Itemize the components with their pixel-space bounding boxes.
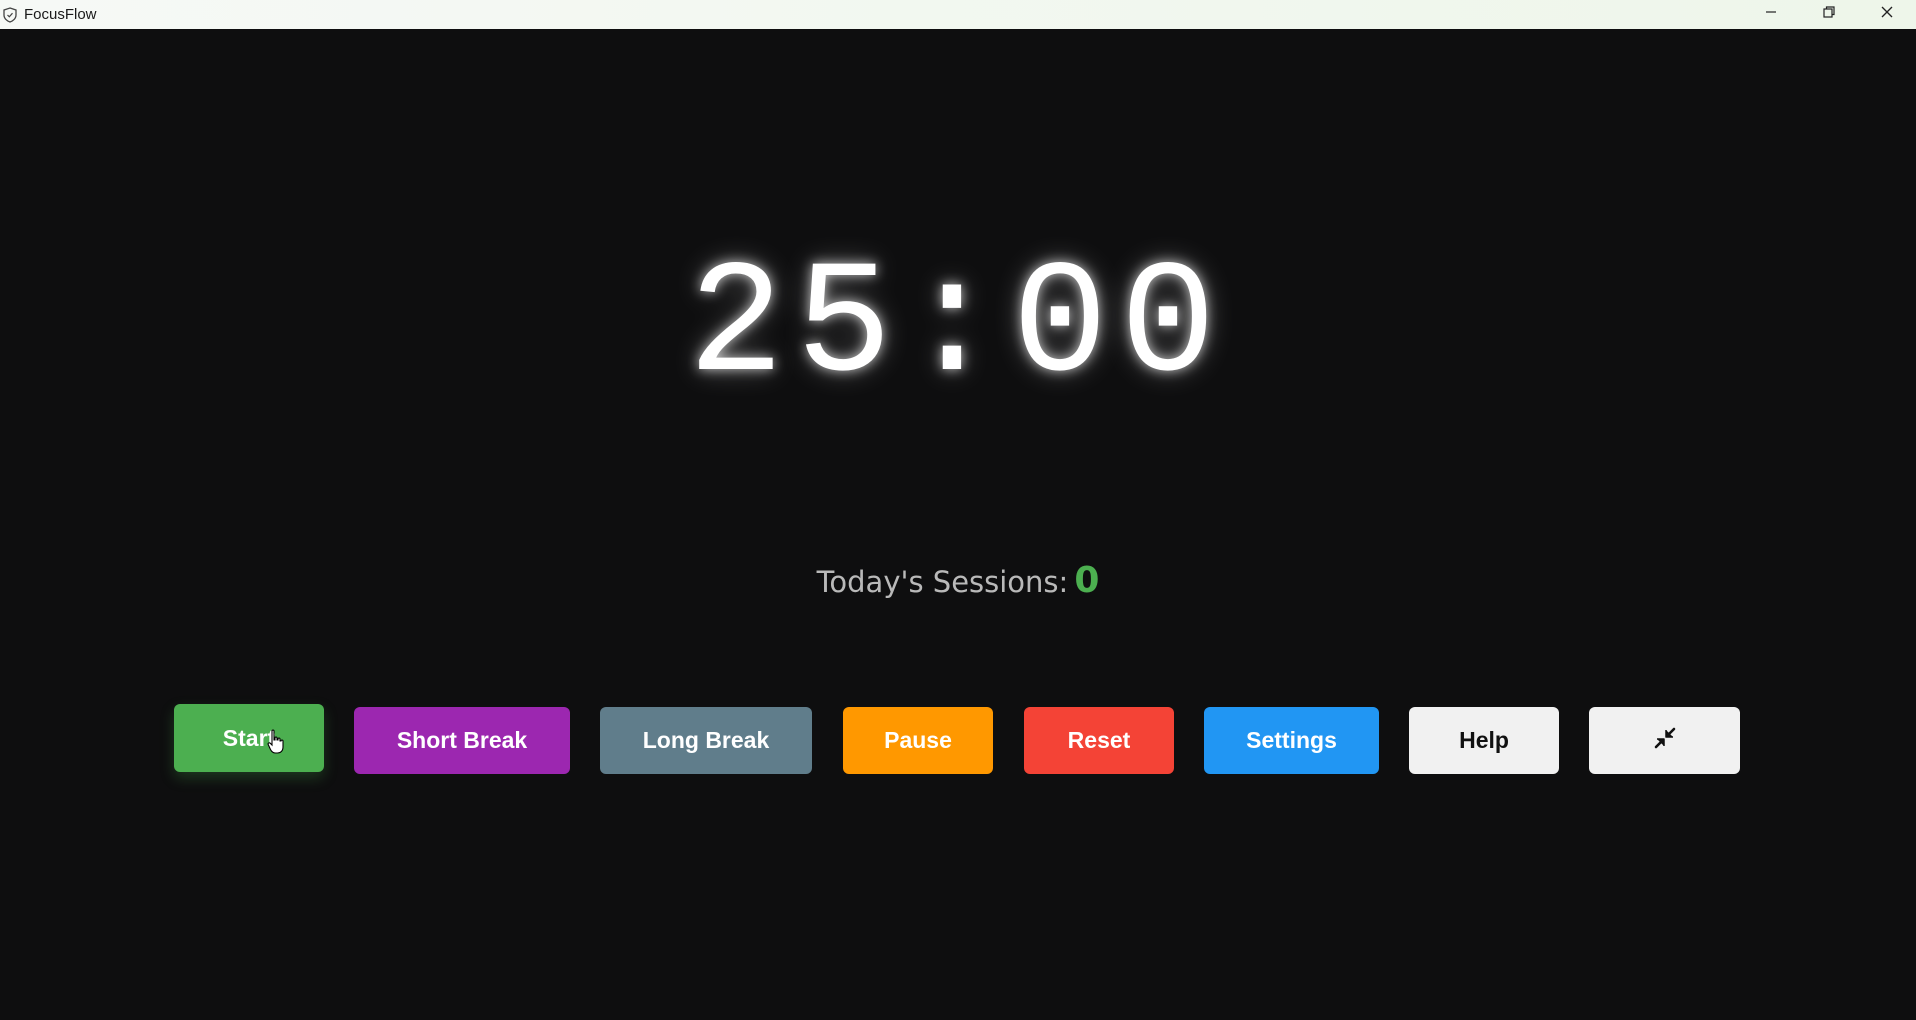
minimize-button[interactable] — [1742, 0, 1800, 29]
short-break-button[interactable]: Short Break — [354, 707, 570, 774]
restore-button[interactable] — [1800, 0, 1858, 29]
close-button[interactable] — [1858, 0, 1916, 29]
reset-button[interactable]: Reset — [1024, 707, 1174, 774]
sessions-label: Today's Sessions: — [816, 565, 1069, 599]
help-button[interactable]: Help — [1409, 707, 1559, 774]
compact-mode-button[interactable] — [1589, 707, 1740, 774]
main-content — [0, 29, 1916, 1020]
shield-icon — [2, 6, 18, 23]
close-icon — [1880, 5, 1894, 24]
sessions-counter: Today's Sessions: 0 — [0, 560, 1916, 601]
timer-display: 25:00 — [687, 237, 1229, 418]
start-button[interactable]: Start — [174, 704, 324, 772]
title-bar: FocusFlow — [0, 0, 1916, 29]
window-title: FocusFlow — [24, 6, 97, 23]
window-controls — [1742, 0, 1916, 29]
minimize-icon — [1764, 5, 1778, 24]
pause-button[interactable]: Pause — [843, 707, 993, 774]
settings-button[interactable]: Settings — [1204, 707, 1379, 774]
compress-arrows-icon — [1652, 725, 1678, 757]
restore-icon — [1822, 5, 1836, 24]
long-break-button[interactable]: Long Break — [600, 707, 812, 774]
sessions-count: 0 — [1074, 560, 1100, 601]
